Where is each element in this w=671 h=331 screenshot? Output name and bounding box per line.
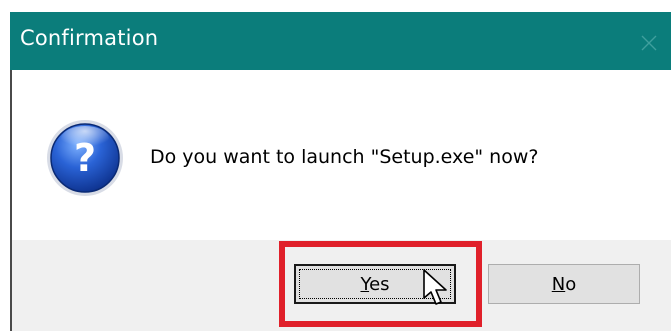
mouse-pointer-icon (423, 269, 447, 305)
dialog-title: Confirmation (20, 26, 159, 50)
dialog-message: Do you want to launch "Setup.exe" now? (150, 146, 539, 168)
no-button-label: No (551, 273, 577, 295)
no-button[interactable]: No (488, 264, 640, 304)
close-icon[interactable] (640, 34, 658, 52)
screen: Confirmation ? Do you want to launch "Se… (0, 0, 671, 331)
question-glyph: ? (74, 136, 96, 180)
yes-button-label: Yes (360, 273, 390, 295)
question-icon: ? (47, 120, 123, 196)
dialog-title-bar[interactable]: Confirmation (10, 12, 671, 70)
